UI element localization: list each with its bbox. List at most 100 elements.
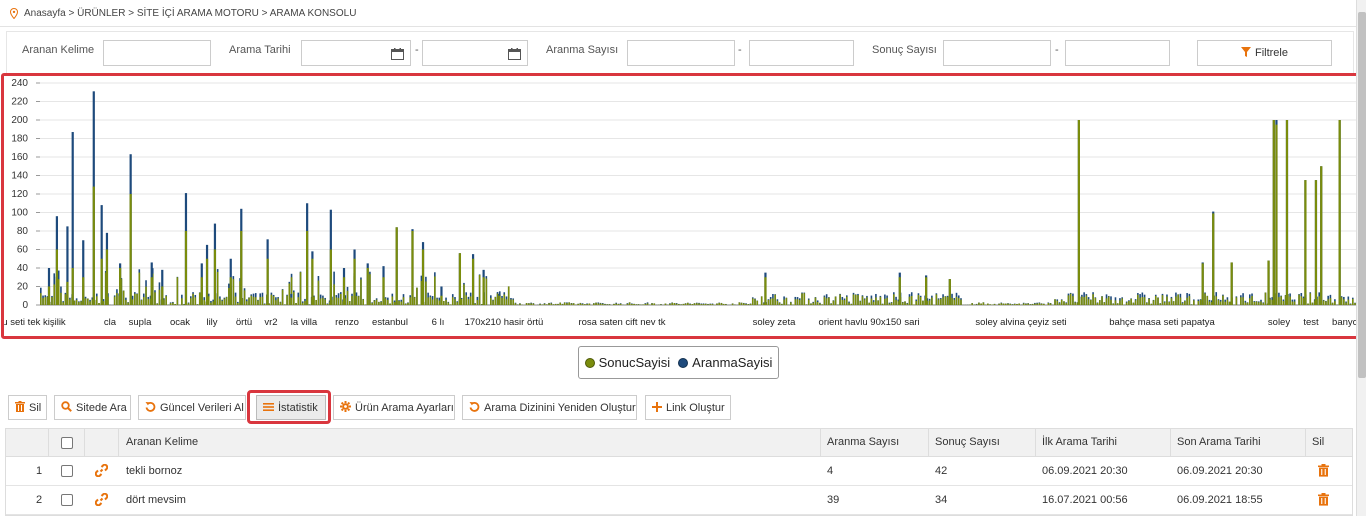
bar-sonuc [940,298,942,305]
link-icon[interactable] [94,463,109,482]
search-terms-table: Aranan Kelime Aranma Sayısı Sonuç Sayısı… [5,428,1353,516]
search-count-from-input[interactable] [627,40,735,66]
table-header: Aranan Kelime Aranma Sayısı Sonuç Sayısı… [6,429,1352,457]
search-settings-label: Ürün Arama Ayarları [355,401,454,414]
bar-sonuc [447,302,450,305]
date-label: Arama Tarihi [229,44,291,56]
bar-sonuc [122,290,125,305]
bar-sonuc [581,303,584,305]
bar-sonuc [131,299,134,305]
create-link-button[interactable]: Link Oluştur [645,395,731,420]
bar-sonuc [532,303,535,305]
filter-button[interactable]: Filtrele [1197,40,1332,66]
bar-sonuc [187,303,190,305]
search-settings-button[interactable]: Ürün Arama Ayarları [333,395,455,420]
bar-sonuc [895,299,897,305]
bar-sonuc [561,304,564,305]
bar-sonuc [213,249,217,305]
bar-sonuc [362,299,365,305]
bar-sonuc [458,253,462,305]
link-icon[interactable] [94,492,109,511]
bar-sonuc [176,277,179,305]
bar-sonuc [772,298,774,305]
bar-sonuc [646,303,649,305]
bar-sonuc [380,301,382,305]
bar-sonuc [579,303,582,305]
bar-sonuc [778,302,781,305]
bar-sonuc [1349,304,1352,305]
row-checkbox[interactable] [61,465,73,477]
bar-sonuc [138,272,141,305]
bar-sonuc [615,303,617,305]
bar-sonuc [760,296,763,305]
bar-sonuc [57,279,60,305]
bar-sonuc [1049,303,1052,305]
rebuild-index-button[interactable]: Arama Dizinini Yeniden Oluştur [462,395,637,420]
bar-sonuc [127,302,129,305]
bar-sonuc [604,304,606,305]
header-keyword[interactable]: Aranan Kelime [126,436,198,448]
bar-sonuc [651,303,653,305]
page-scrollbar[interactable] [1356,0,1366,516]
bar-sonuc [158,289,161,305]
bar-sonuc [505,299,508,305]
bar-sonuc [467,299,470,305]
bar-sonuc [843,299,846,305]
x-tick-label: soley alvina çeyiz seti [975,317,1066,328]
keyword-label: Aranan Kelime [22,44,95,56]
site-search-button[interactable]: Sitede Ara [54,395,131,420]
bar-sonuc [80,301,82,305]
table-row[interactable]: 2 dört mevsim 39 34 16.07.2021 00:56 06.… [6,486,1352,515]
calendar-icon[interactable] [508,47,521,60]
legend-item-aranma[interactable]: AranmaSayisi [678,355,772,370]
bar-sonuc [284,304,286,305]
bar-sonuc [989,304,991,305]
delete-button[interactable]: Sil [8,395,47,420]
bar-sonuc [910,295,913,305]
trash-icon[interactable] [1318,464,1329,482]
bar-sonuc [203,300,206,305]
bar-sonuc [539,304,541,305]
bar-sonuc [584,304,586,305]
bar-sonuc [53,284,56,305]
result-count-to-input[interactable] [1065,40,1170,66]
bar-sonuc [384,298,387,305]
bar-sonuc [819,303,821,305]
header-search-count[interactable]: Aranma Sayısı [827,436,899,448]
result-count-from-input[interactable] [943,40,1051,66]
keyword-input[interactable] [103,40,211,66]
bar-sonuc [163,299,165,305]
bar-sonuc [906,303,909,305]
legend-item-sonuc[interactable]: SonucSayisi [584,355,670,370]
scrollbar-thumb[interactable] [1358,12,1366,378]
bar-sonuc [375,299,378,305]
bar-sonuc [243,290,246,305]
bar-sonuc [234,296,237,305]
bar-sonuc [1181,303,1184,305]
bar-sonuc [850,304,853,305]
refresh-data-button[interactable]: Güncel Verileri Al [138,395,246,420]
bar-sonuc [725,304,727,305]
bar-sonuc [326,304,329,305]
date-from-input[interactable] [301,40,411,66]
calendar-icon[interactable] [391,47,404,60]
select-all-checkbox[interactable] [61,437,73,449]
bar-sonuc [682,303,685,305]
search-count-to-input[interactable] [749,40,854,66]
bar-sonuc [890,302,893,305]
x-tick-label: test [1303,317,1319,328]
trash-icon[interactable] [1318,493,1329,511]
bar-sonuc [756,300,759,305]
bar-sonuc [1163,302,1166,305]
bar-sonuc [514,303,517,305]
row-checkbox[interactable] [61,494,73,506]
date-to-input[interactable] [422,40,528,66]
bar-sonuc [917,294,920,305]
bar-sonuc [1293,301,1296,305]
header-result-count[interactable]: Sonuç Sayısı [935,436,1000,448]
header-last-date[interactable]: Son Arama Tarihi [1177,436,1261,448]
bar-sonuc [161,286,164,305]
bar-sonuc [474,303,476,305]
table-row[interactable]: 1 tekli bornoz 4 42 06.09.2021 20:30 06.… [6,457,1352,486]
header-first-date[interactable]: İlk Arama Tarihi [1042,436,1117,448]
